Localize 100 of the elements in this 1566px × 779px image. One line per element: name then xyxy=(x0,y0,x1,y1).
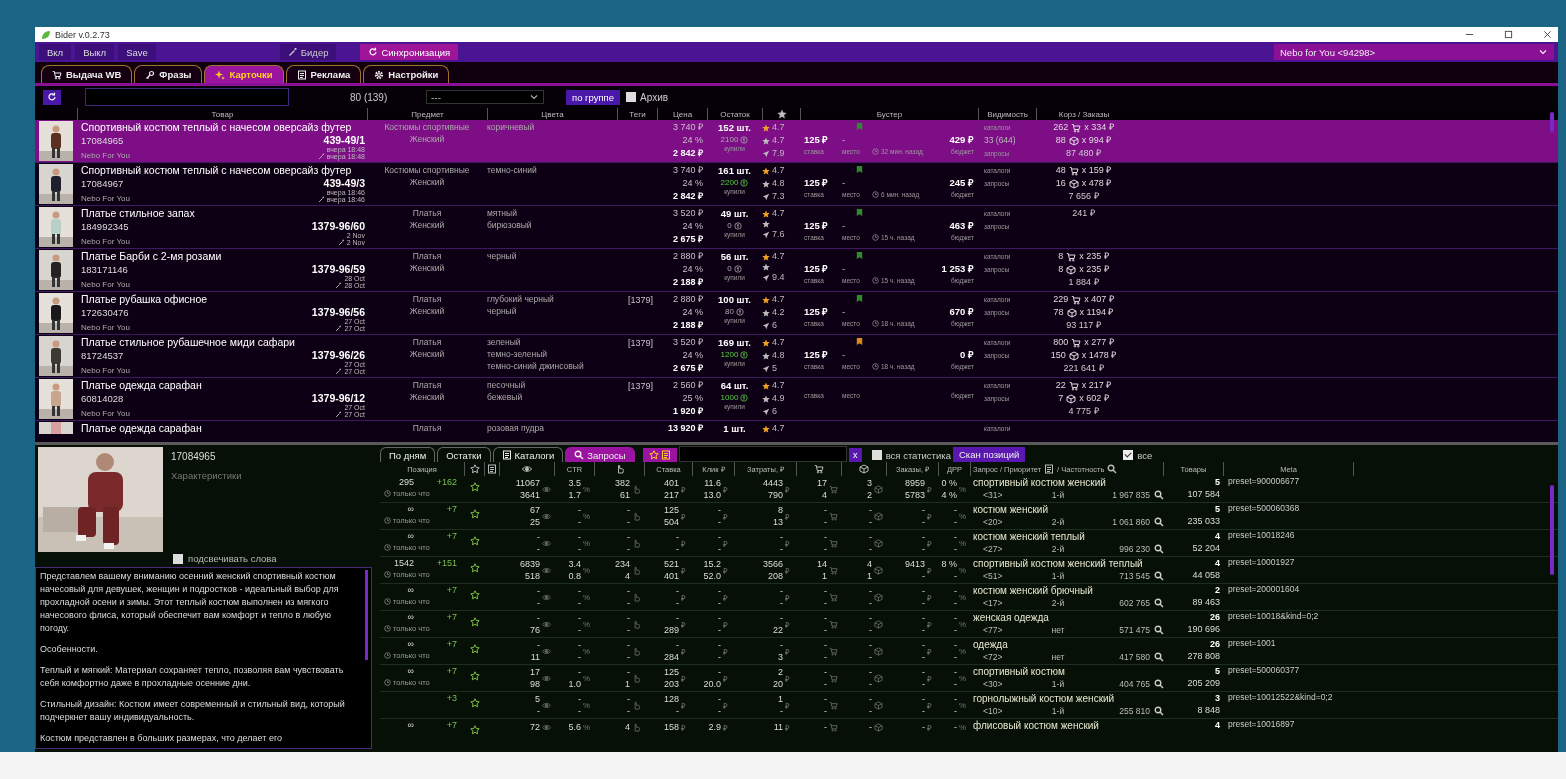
color-name: розовая пудра xyxy=(487,422,545,434)
refresh-button[interactable] xyxy=(43,89,61,105)
scan-button[interactable]: Скан позиций xyxy=(952,447,1026,462)
metric-value: - xyxy=(718,639,721,651)
metric-value: - xyxy=(578,624,581,636)
metric-value: - xyxy=(824,531,827,543)
position: ∞ xyxy=(406,611,414,623)
scrollbar-thumb[interactable] xyxy=(1550,485,1554,575)
metric-value: 4443 xyxy=(762,477,783,489)
pin-icon xyxy=(470,590,480,600)
all-stats-checkbox[interactable] xyxy=(871,450,882,460)
product-id: 183171146 xyxy=(81,264,128,275)
rating: 4.2 xyxy=(772,306,785,319)
meta: preset=10012522&kind=0;2 xyxy=(1227,692,1334,704)
group-dropdown[interactable]: --- xyxy=(426,90,544,104)
search-field[interactable] xyxy=(678,446,847,462)
metric-value: - xyxy=(578,585,581,597)
tab[interactable]: По дням xyxy=(380,447,436,462)
metric-value: - xyxy=(718,693,721,705)
subject: Женский xyxy=(409,219,445,231)
rating: 4.7 xyxy=(772,164,785,177)
toolbar-button[interactable]: Save xyxy=(118,44,156,60)
meta: preset=10001927 xyxy=(1227,557,1296,569)
product-row[interactable] xyxy=(35,120,1558,163)
tab[interactable]: Настройки xyxy=(363,65,450,83)
price: 3 740 ₽ xyxy=(672,164,703,177)
revenue: 1 884 ₽ xyxy=(1068,276,1099,289)
price: 24 % xyxy=(682,220,703,233)
metric-value: - xyxy=(954,639,957,651)
color-name: темно-синий xyxy=(487,164,538,176)
cart-icon xyxy=(829,538,838,548)
pin-icon xyxy=(470,644,480,654)
product-row[interactable] xyxy=(35,163,1558,206)
order-count: 16 xyxy=(1055,177,1066,190)
metric-value: - xyxy=(824,597,827,609)
subject: Женский xyxy=(409,348,445,360)
metric-value: 11067 xyxy=(515,477,540,489)
tab[interactable]: Каталоги xyxy=(492,447,564,462)
tab[interactable]: Остатки xyxy=(437,447,491,462)
tab[interactable]: Выдача WB xyxy=(41,65,133,83)
tab[interactable]: Запросы xyxy=(565,447,635,462)
star-icon xyxy=(762,308,770,317)
group-button[interactable]: по группе xyxy=(566,89,621,105)
pin-icon xyxy=(470,617,480,627)
description-paragraph: Стильный дизайн: Костюм имеет современный и стильный вид, который подчеркнет вашу индивидуальность. xyxy=(40,698,346,724)
tab[interactable]: Реклама xyxy=(285,65,362,83)
product-row[interactable] xyxy=(35,249,1558,292)
product-row[interactable] xyxy=(35,335,1558,378)
unit: ₽ xyxy=(681,673,687,684)
maximize-icon xyxy=(1504,30,1513,39)
metric-value: - xyxy=(954,597,957,609)
metric-value: - xyxy=(922,516,925,528)
metric-value: - xyxy=(537,639,540,651)
stock: 161 шт. xyxy=(718,164,751,177)
clock-icon xyxy=(384,571,391,578)
article: 439-49/1 xyxy=(323,134,365,146)
caret-icon xyxy=(529,92,539,102)
unit: % xyxy=(583,673,591,683)
product-row[interactable] xyxy=(35,378,1558,421)
tab[interactable]: Карточки xyxy=(204,65,284,83)
goods-count: 4 xyxy=(1215,557,1220,569)
color-name: черный xyxy=(487,305,518,317)
archive-checkbox[interactable] xyxy=(626,92,637,102)
coin-icon xyxy=(733,264,742,273)
product-row[interactable] xyxy=(35,206,1558,249)
price: 2 675 ₽ xyxy=(672,233,703,246)
scrollbar-thumb[interactable] xyxy=(1550,112,1554,132)
order-price: x 1194 ₽ xyxy=(1079,306,1114,319)
order-count: 8 xyxy=(1058,263,1064,276)
clear-button[interactable]: x xyxy=(848,448,862,462)
cart-count: 22 xyxy=(1055,379,1066,392)
unit: % xyxy=(583,592,591,602)
all-checkbox[interactable] xyxy=(1123,450,1134,460)
unit: ₽ xyxy=(785,673,791,684)
cart-price: x 277 ₽ xyxy=(1084,336,1114,349)
bider-button[interactable]: Бидер xyxy=(279,44,337,60)
rating: 4.8 xyxy=(772,349,785,362)
search-field[interactable] xyxy=(85,88,289,106)
metric-value: - xyxy=(676,639,679,651)
brand: Nebo For You xyxy=(81,409,130,418)
highlight-checkbox[interactable] xyxy=(173,553,183,564)
toolbar-button[interactable]: Выкл xyxy=(75,44,115,60)
metric-value: - xyxy=(869,504,872,516)
pin-button[interactable] xyxy=(642,448,677,462)
sync-button[interactable]: Синхронизация xyxy=(360,44,459,60)
frequency: 404 765 xyxy=(1118,678,1150,690)
toolbar-button[interactable]: Вкл xyxy=(39,44,72,60)
goods-count: 190 696 xyxy=(1187,623,1220,635)
subject: Платья xyxy=(412,207,442,219)
clock-icon xyxy=(384,625,391,632)
scrollbar-thumb[interactable] xyxy=(365,570,368,660)
sparkle-icon xyxy=(215,69,226,80)
unit: % xyxy=(583,538,591,548)
goods-count: 4 xyxy=(1215,530,1220,542)
tab[interactable]: Фразы xyxy=(134,65,203,83)
product-row[interactable] xyxy=(35,292,1558,335)
characteristics-link[interactable]: Характеристики xyxy=(171,470,242,481)
account-dropdown[interactable]: Nebo for You <94298> xyxy=(1274,44,1554,60)
unit: ₽ xyxy=(723,722,729,733)
highlight-label: подсвечивать слова xyxy=(188,553,277,564)
